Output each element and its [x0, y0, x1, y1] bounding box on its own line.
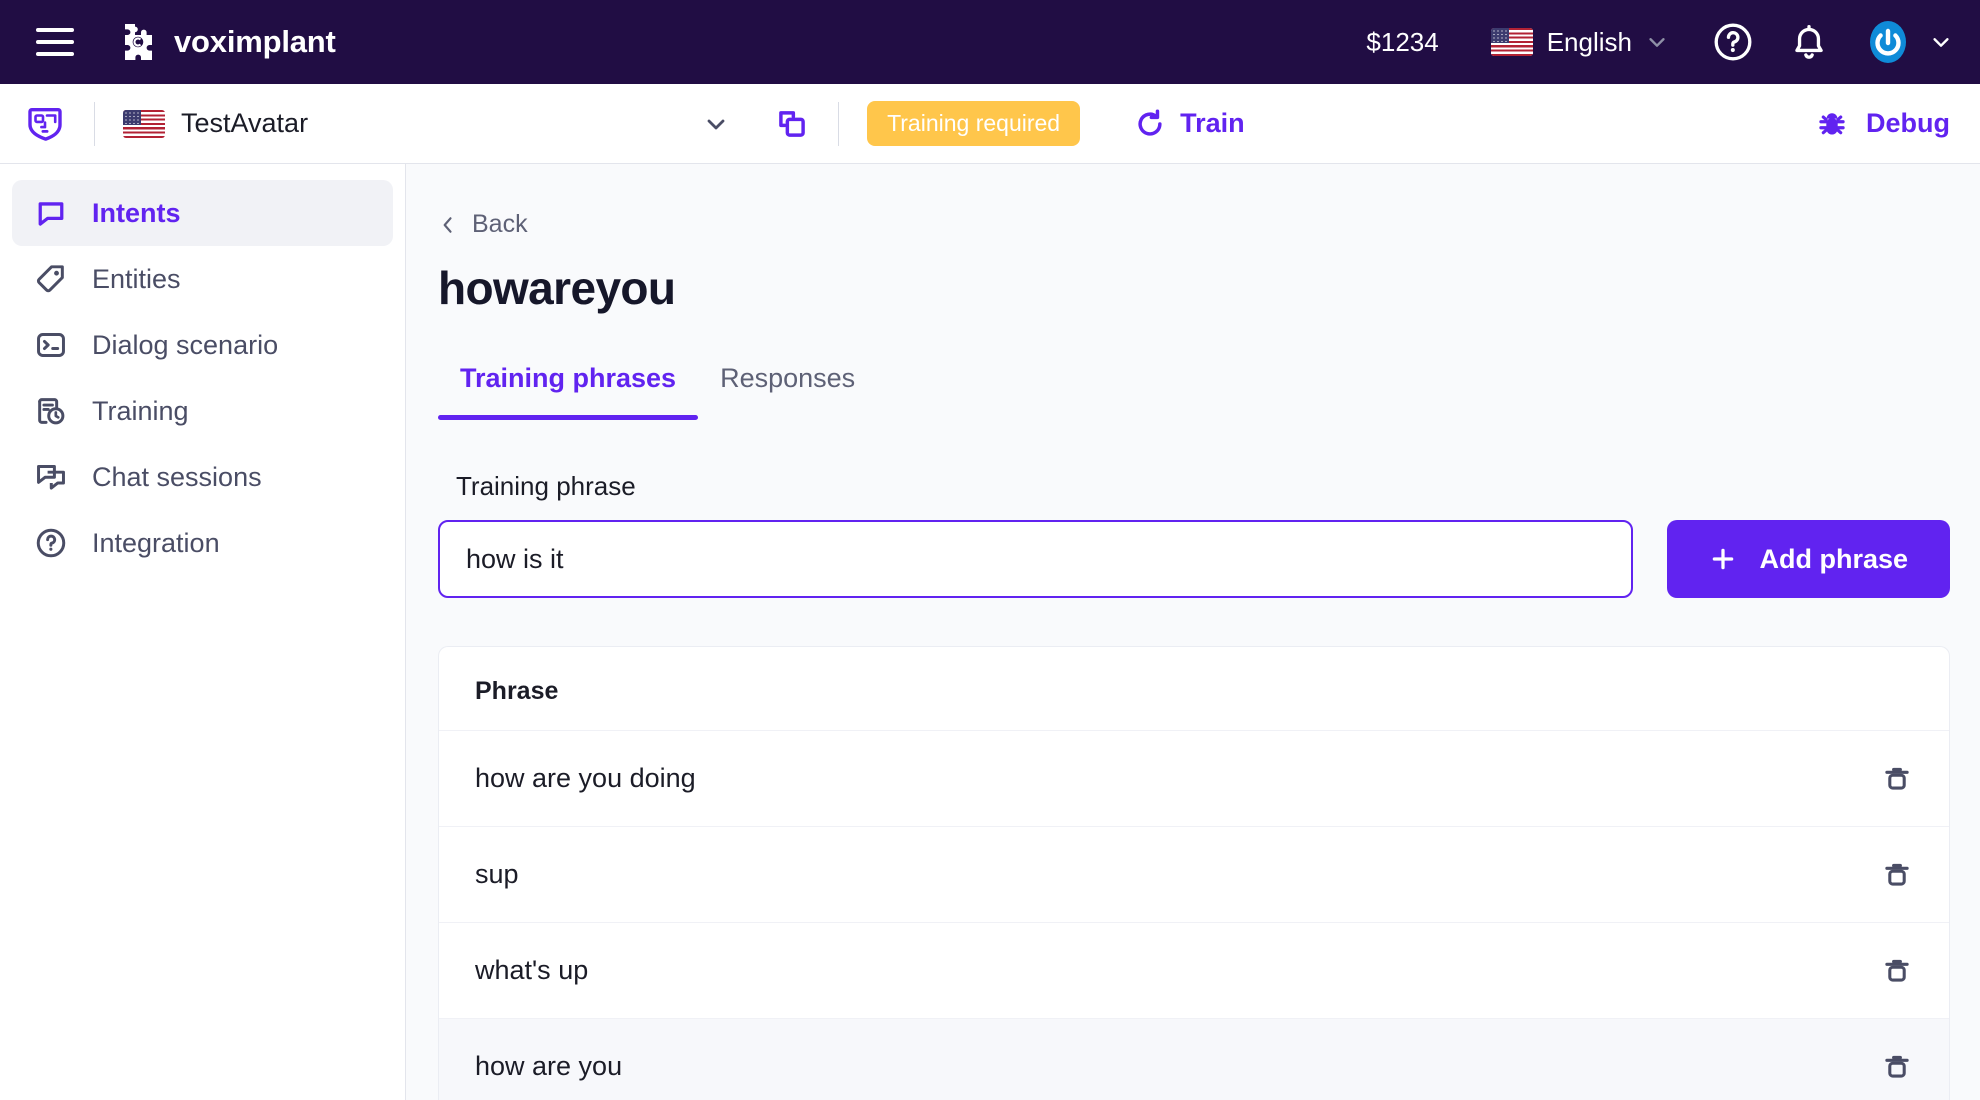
top-header: voximplant $1234 English [0, 0, 1980, 84]
trash-icon[interactable] [1881, 763, 1913, 795]
chevron-left-icon [443, 216, 452, 233]
status-badge: Training required [867, 101, 1081, 146]
sidebar-item-integration[interactable]: Integration [12, 510, 393, 576]
back-link[interactable]: Back [438, 210, 528, 239]
body-container: Intents Entities Dialog scenario Trainin… [0, 164, 1980, 1100]
brand-logo[interactable]: voximplant [116, 20, 336, 64]
sidebar-item-label: Chat sessions [92, 461, 262, 492]
trash-icon[interactable] [1881, 955, 1913, 987]
add-phrase-row: Add phrase [438, 520, 1950, 598]
phrase-text: how are you [475, 1051, 623, 1081]
avatar-shield-face-icon[interactable] [24, 103, 66, 145]
refresh-rotate-icon [1138, 108, 1162, 136]
file-clock-icon [38, 398, 65, 425]
table-row[interactable]: how are you [439, 1018, 1949, 1100]
phrase-text: sup [475, 859, 519, 889]
main-inner: Back howareyou Training phrases Response… [406, 210, 1980, 1100]
sidebar-item-label: Training [92, 395, 189, 426]
sidebar-nav: Intents Entities Dialog scenario Trainin… [0, 164, 406, 1100]
sidebar-item-chat-sessions[interactable]: Chat sessions [12, 444, 393, 510]
tab-training-phrases[interactable]: Training phrases [438, 363, 699, 420]
sidebar-item-dialog-scenario[interactable]: Dialog scenario [12, 312, 393, 378]
account-balance[interactable]: $1234 [1366, 27, 1438, 58]
page-title: howareyou [438, 262, 676, 314]
trash-icon[interactable] [1881, 859, 1913, 891]
phrases-table: Phrase how are you doing sup what's up h… [438, 646, 1950, 1100]
table-row[interactable]: sup [439, 826, 1949, 922]
sidebar-item-training[interactable]: Training [12, 378, 393, 444]
trash-icon[interactable] [1881, 1051, 1913, 1083]
tag-icon [36, 265, 64, 293]
chat-multiple-icon [37, 465, 65, 490]
back-label: Back [472, 210, 528, 238]
sidebar-item-label: Intents [92, 197, 181, 228]
language-label: English [1546, 26, 1632, 57]
terminal-icon [37, 333, 65, 357]
tab-underline-rule [438, 420, 1950, 421]
bot-toolbar: TestAvatar Training required Train Debug [0, 84, 1980, 164]
tab-responses[interactable]: Responses [698, 363, 877, 420]
sidebar-item-label: Dialog scenario [92, 329, 279, 360]
sidebar-item-label: Integration [92, 527, 220, 558]
table-column-header-phrase: Phrase [475, 677, 559, 705]
train-button[interactable]: Train [1134, 108, 1245, 140]
voximplant-puzzle-logo-icon [125, 24, 152, 60]
toolbar-divider-2 [838, 101, 840, 146]
copy-icon[interactable] [774, 106, 810, 142]
phrase-text: what's up [475, 955, 589, 985]
main-content: Back howareyou Training phrases Response… [406, 164, 1980, 1100]
add-phrase-button[interactable]: Add phrase [1667, 520, 1950, 598]
bug-icon [1819, 112, 1845, 134]
plus-icon [1713, 548, 1734, 570]
bot-selector[interactable]: TestAvatar [123, 108, 728, 139]
table-row[interactable]: what's up [439, 922, 1949, 1018]
tab-bar: Training phrases Responses [438, 363, 1950, 420]
debug-button[interactable]: Debug [1814, 106, 1950, 142]
training-phrase-label: Training phrase [456, 471, 636, 501]
sidebar-item-intents[interactable]: Intents [12, 180, 393, 246]
phrase-text: how are you doing [475, 763, 696, 793]
chat-bubble-icon [38, 202, 64, 226]
bell-notifications-icon[interactable] [1788, 21, 1830, 63]
add-phrase-label: Add phrase [1759, 543, 1908, 574]
hamburger-menu-icon[interactable] [36, 28, 74, 56]
sidebar-item-entities[interactable]: Entities [12, 246, 393, 312]
table-row[interactable]: how are you doing [439, 730, 1949, 826]
user-menu-chevron-down-icon[interactable] [1930, 31, 1952, 53]
toolbar-divider-1 [94, 101, 95, 146]
bot-us-flag-icon [123, 109, 165, 138]
question-circle-icon [36, 528, 66, 558]
brand-name: voximplant [174, 24, 336, 59]
train-label: Train [1180, 108, 1245, 138]
bot-name-label: TestAvatar [181, 108, 309, 138]
chevron-down-icon [1649, 38, 1665, 47]
bot-selector-chevron-down-icon [707, 119, 725, 129]
training-phrase-input[interactable] [438, 520, 1634, 598]
us-flag-icon [1490, 28, 1533, 56]
user-power-avatar-icon[interactable] [1864, 18, 1912, 66]
help-question-icon[interactable] [1712, 21, 1754, 63]
sidebar-item-label: Entities [92, 263, 181, 294]
language-selector[interactable]: English [1490, 26, 1668, 58]
debug-label: Debug [1866, 108, 1950, 138]
